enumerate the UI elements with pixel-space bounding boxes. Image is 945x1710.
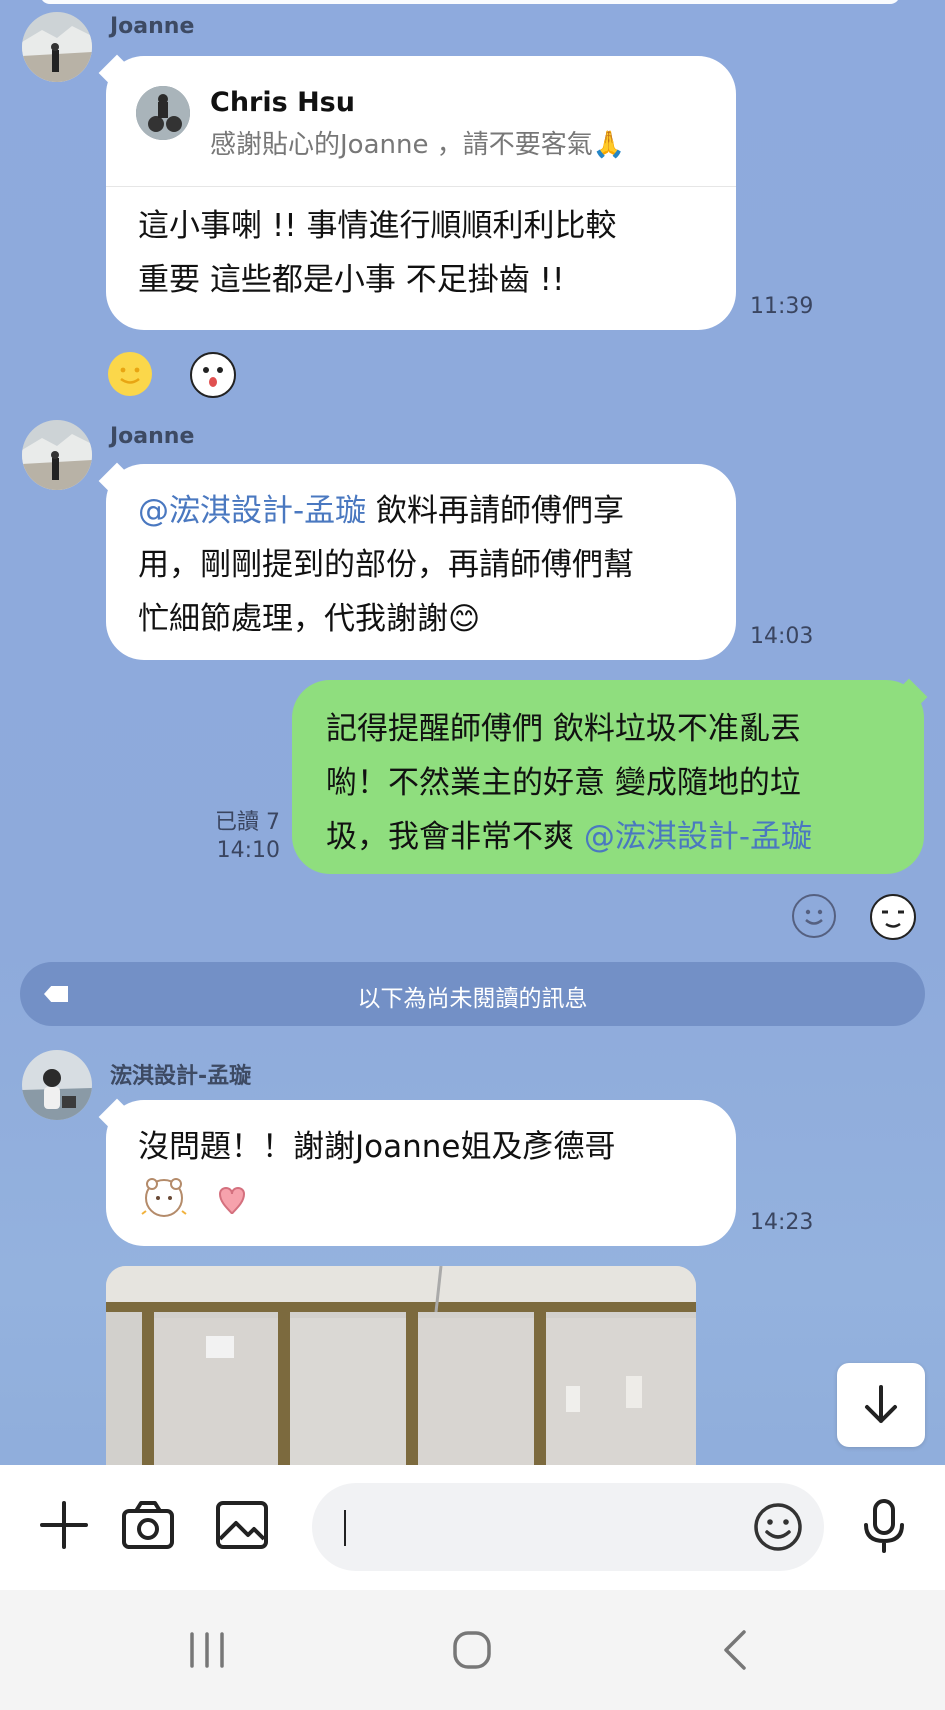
- image-icon[interactable]: [210, 1493, 274, 1557]
- plus-icon[interactable]: [32, 1493, 96, 1557]
- message-line: 圾，我會非常不爽 @浤淇設計-孟璇: [326, 819, 813, 855]
- message-line: 喲！不然業主的好意 變成隨地的垃: [326, 765, 801, 801]
- arrow-down-icon: [865, 1385, 897, 1423]
- bear-heart-sticker-icon: [141, 1178, 246, 1217]
- message-time: 11:39: [750, 294, 814, 319]
- unread-divider-label: 以下為尚未閱讀的訊息: [357, 986, 588, 1012]
- chat-area: Joanne Chris Hsu 感謝貼心的Joanne ，請不要客氣🙏 這小事…: [0, 0, 945, 1465]
- microphone-icon[interactable]: [852, 1493, 916, 1557]
- message-line: 用，剛剛提到的部份，再請師傅們幫: [138, 547, 634, 583]
- avatar-joanne[interactable]: [22, 12, 92, 82]
- back-icon[interactable]: [714, 1628, 758, 1672]
- sender-name: Joanne: [110, 424, 195, 449]
- message-line: 這小事喇 !! 事情進行順順利利比較: [138, 208, 617, 244]
- mention-link[interactable]: @浤淇設計-孟璇: [138, 493, 366, 529]
- message-time: 14:23: [750, 1210, 814, 1235]
- message-input-bar: [0, 1465, 945, 1590]
- surprised-sticker-icon[interactable]: [190, 352, 236, 398]
- reply-avatar: [136, 86, 190, 140]
- sticker-row: [138, 1174, 704, 1224]
- message-time: 14:10: [216, 838, 280, 863]
- message-time: 14:03: [750, 624, 814, 649]
- mention-link[interactable]: @浤淇設計-孟璇: [584, 819, 812, 855]
- system-navigation-bar: [0, 1590, 945, 1710]
- message-line: 重要 這些都是小事 不足掛齒 !!: [138, 262, 565, 298]
- text-caret: [344, 1510, 346, 1546]
- thumbs-up-sticker-icon[interactable]: [870, 894, 916, 940]
- recent-apps-icon[interactable]: [182, 1628, 232, 1672]
- message-line: 記得提醒師傅們 飲料垃圾不准亂丟: [326, 711, 801, 747]
- camera-icon[interactable]: [116, 1493, 180, 1557]
- read-count: 已讀 7: [215, 810, 280, 835]
- message-line: 沒問題！！謝謝Joanne姐及彥德哥: [138, 1129, 616, 1165]
- message-bubble-m2[interactable]: @浤淇設計-孟璇 飲料再請師傅們享 用，剛剛提到的部份，再請師傅們幫 忙細節處理…: [106, 464, 736, 660]
- message-bubble-m1[interactable]: Chris Hsu 感謝貼心的Joanne ，請不要客氣🙏 這小事喇 !! 事情…: [106, 56, 736, 330]
- avatar-sender[interactable]: [22, 1050, 92, 1120]
- message-text-input[interactable]: [312, 1483, 824, 1571]
- scroll-to-bottom-button[interactable]: [837, 1363, 925, 1447]
- smile-emoji-icon[interactable]: [108, 352, 152, 396]
- photo-message[interactable]: [106, 1266, 696, 1465]
- reply-snippet: 感謝貼心的Joanne ，請不要客氣🙏: [210, 130, 626, 160]
- message-bubble-m3[interactable]: 記得提醒師傅們 飲料垃圾不准亂丟 喲！不然業主的好意 變成隨地的垃 圾，我會非常…: [292, 680, 924, 874]
- add-reaction-icon[interactable]: [792, 894, 836, 938]
- message-line: 忙細節處理，代我謝謝😊: [138, 601, 481, 637]
- emoji-icon[interactable]: [750, 1499, 806, 1555]
- unread-divider: 以下為尚未閱讀的訊息: [20, 962, 925, 1026]
- sender-name: 浤淇設計-孟璇: [110, 1064, 252, 1089]
- avatar-joanne[interactable]: [22, 420, 92, 490]
- sender-name: Joanne: [110, 14, 195, 39]
- message-bubble-m4[interactable]: 沒問題！！謝謝Joanne姐及彥德哥: [106, 1100, 736, 1246]
- home-icon[interactable]: [448, 1626, 496, 1674]
- reply-quote[interactable]: Chris Hsu 感謝貼心的Joanne ，請不要客氣🙏: [106, 56, 736, 187]
- message-line: @浤淇設計-孟璇 飲料再請師傅們享: [138, 493, 625, 529]
- previous-message-edge: [40, 0, 900, 4]
